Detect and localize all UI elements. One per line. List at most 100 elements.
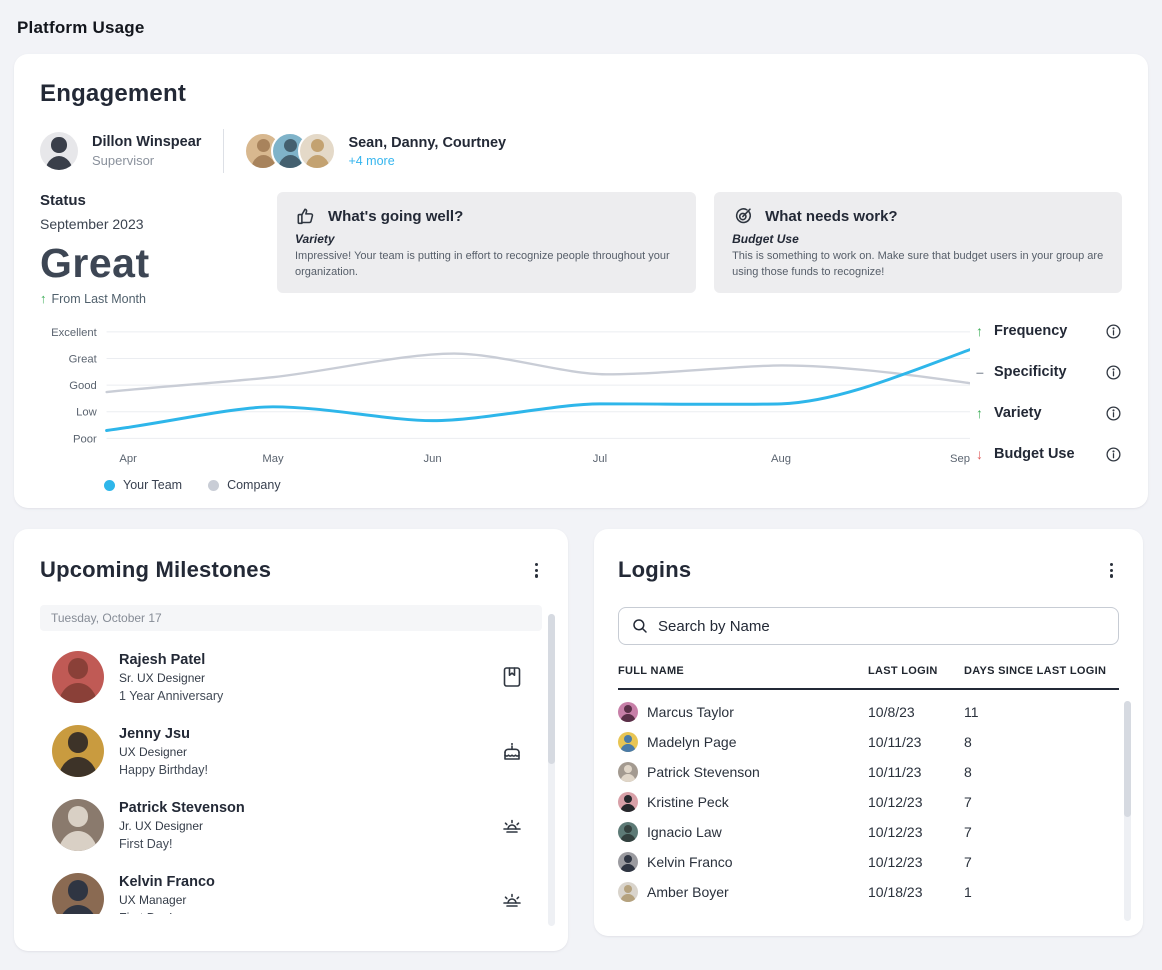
avatar — [618, 822, 638, 842]
search-box[interactable] — [618, 607, 1119, 645]
info-icon[interactable] — [1105, 323, 1122, 340]
x-tick: Apr — [119, 453, 137, 465]
metric-frequency: ↑ Frequency — [976, 322, 1122, 340]
your-team-series-line — [107, 350, 970, 431]
your-team-legend-dot — [104, 480, 115, 491]
book-icon — [500, 665, 524, 689]
search-input[interactable] — [658, 618, 1106, 635]
metric-specificity: – Specificity — [976, 363, 1122, 381]
avatar — [40, 132, 78, 170]
x-tick: May — [262, 453, 284, 465]
avatar — [618, 702, 638, 722]
column-header-days-since: DAYS SINCE LAST LOGIN — [964, 665, 1119, 677]
list-item[interactable]: Rajesh Patel Sr. UX Designer 1 Year Anni… — [40, 640, 544, 714]
info-icon[interactable] — [1105, 405, 1122, 422]
x-tick: Jul — [593, 453, 607, 465]
scrollbar-thumb[interactable] — [548, 614, 555, 764]
supervisor-role: Supervisor — [92, 153, 201, 168]
supervisor[interactable]: Dillon Winspear Supervisor — [40, 132, 201, 170]
list-item[interactable]: Patrick Stevenson Jr. UX Designer First … — [40, 788, 544, 862]
status-and-callouts: Status September 2023 Great ↑ From Last … — [40, 192, 1122, 306]
y-tick: Great — [69, 353, 98, 365]
kebab-menu-icon[interactable] — [529, 559, 544, 582]
avatar — [618, 882, 638, 902]
line-chart: Excellent Great Good Low Poor Apr May Ju… — [40, 320, 970, 468]
metric-budget-use: ↓ Budget Use — [976, 445, 1122, 463]
table-row[interactable]: Kelvin Franco 10/12/23 7 — [618, 847, 1119, 877]
avatar — [52, 873, 104, 914]
avatar — [298, 132, 336, 170]
going-well-body: Impressive! Your team is putting in effo… — [295, 249, 675, 281]
engagement-title: Engagement — [40, 80, 1122, 108]
avatar — [618, 762, 638, 782]
trend-down-icon: ↓ — [976, 446, 994, 462]
trend-up-icon: ↑ — [40, 291, 47, 306]
sunrise-icon — [500, 813, 524, 837]
status-block: Status September 2023 Great ↑ From Last … — [40, 192, 277, 306]
going-well-tag: Variety — [295, 232, 678, 246]
team-names: Sean, Danny, Courtney — [348, 135, 506, 151]
table-row[interactable]: Kristine Peck 10/12/23 7 — [618, 787, 1119, 817]
column-header-full-name: FULL NAME — [618, 665, 868, 677]
logins-title: Logins — [618, 557, 691, 583]
avatar — [618, 852, 638, 872]
company-series-line — [107, 354, 970, 392]
avatar — [618, 732, 638, 752]
column-header-last-login: LAST LOGIN — [868, 665, 964, 677]
team-avatar-group[interactable] — [244, 132, 336, 170]
going-well-callout: What's going well? Variety Impressive! Y… — [277, 192, 696, 293]
metric-variety: ↑ Variety — [976, 404, 1122, 422]
trend-flat-icon: – — [976, 364, 994, 380]
y-tick: Good — [69, 380, 97, 392]
avatar — [52, 799, 104, 851]
logins-card: Logins FULL NAME LAST LOGIN DAYS SINCE L… — [594, 529, 1143, 936]
kebab-menu-icon[interactable] — [1104, 559, 1119, 582]
milestones-title: Upcoming Milestones — [40, 557, 271, 583]
search-icon — [631, 617, 649, 635]
list-item[interactable]: Kelvin Franco UX Manager First Day! — [40, 862, 544, 914]
avatar — [618, 792, 638, 812]
going-well-title: What's going well? — [328, 208, 463, 225]
status-trend-label: From Last Month — [52, 292, 146, 306]
company-legend-label: Company — [227, 478, 281, 492]
status-period: September 2023 — [40, 216, 277, 232]
engagement-card: Engagement Dillon Winspear Supervisor Se… — [14, 54, 1148, 508]
needs-work-title: What needs work? — [765, 208, 898, 225]
x-tick: Jun — [423, 453, 441, 465]
team-more-link[interactable]: +4 more — [348, 154, 506, 168]
people-row: Dillon Winspear Supervisor Sean, Danny, … — [40, 128, 1122, 174]
status-label: Status — [40, 192, 277, 209]
info-icon[interactable] — [1105, 364, 1122, 381]
list-item[interactable]: Jenny Jsu UX Designer Happy Birthday! — [40, 714, 544, 788]
platform-usage-page: Platform Usage Engagement Dillon Winspea… — [0, 0, 1162, 951]
target-icon — [732, 205, 754, 227]
divider — [223, 129, 224, 173]
company-legend-dot — [208, 480, 219, 491]
table-row[interactable]: Patrick Stevenson 10/11/23 8 — [618, 757, 1119, 787]
status-value: Great — [40, 240, 277, 287]
table-row[interactable]: Amber Boyer 10/18/23 1 — [618, 877, 1119, 907]
milestones-date-header: Tuesday, October 17 — [40, 605, 542, 631]
trend-up-icon: ↑ — [976, 323, 994, 339]
milestones-list: Rajesh Patel Sr. UX Designer 1 Year Anni… — [40, 640, 544, 914]
trend-up-icon: ↑ — [976, 405, 994, 421]
cake-icon — [500, 739, 524, 763]
logins-table: FULL NAME LAST LOGIN DAYS SINCE LAST LOG… — [618, 665, 1119, 907]
info-icon[interactable] — [1105, 446, 1122, 463]
needs-work-body: This is something to work on. Make sure … — [732, 249, 1104, 281]
sunrise-icon — [500, 887, 524, 911]
table-row[interactable]: Madelyn Page 10/11/23 8 — [618, 727, 1119, 757]
table-row[interactable]: Marcus Taylor 10/8/23 11 — [618, 697, 1119, 727]
needs-work-callout: What needs work? Budget Use This is some… — [714, 192, 1122, 293]
thumbs-up-icon — [295, 205, 317, 227]
table-row[interactable]: Ignacio Law 10/12/23 7 — [618, 817, 1119, 847]
chart-legend: Your Team Company — [104, 478, 970, 492]
page-title: Platform Usage — [17, 18, 1148, 38]
scrollbar-thumb[interactable] — [1124, 701, 1131, 817]
avatar — [52, 725, 104, 777]
upcoming-milestones-card: Upcoming Milestones Tuesday, October 17 … — [14, 529, 568, 951]
x-tick: Sep — [950, 453, 970, 465]
y-tick: Poor — [73, 433, 97, 445]
y-tick: Low — [76, 407, 97, 419]
metrics-column: ↑ Frequency – Specificity ↑ — [970, 320, 1122, 492]
